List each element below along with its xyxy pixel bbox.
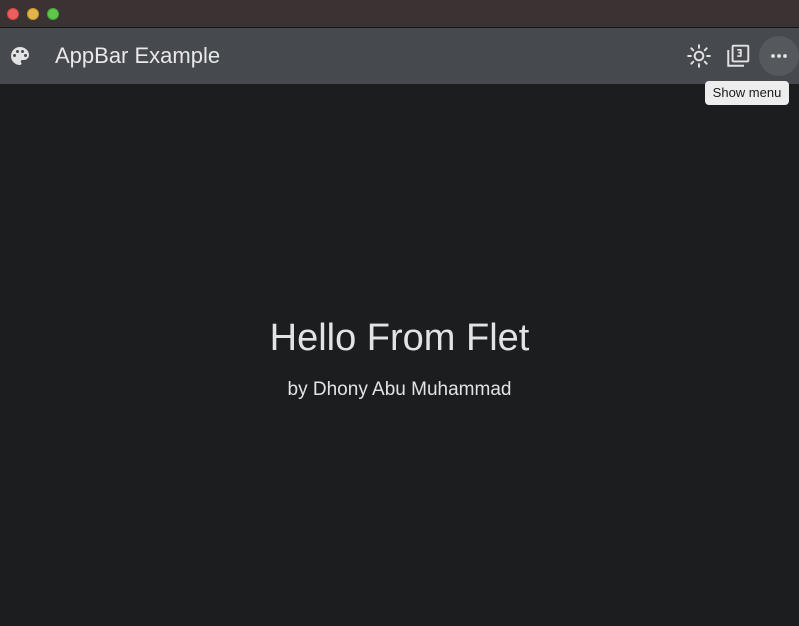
theme-toggle-button[interactable]	[679, 36, 719, 76]
brightness-icon	[687, 44, 711, 68]
more-menu-button[interactable]	[759, 36, 799, 76]
filter-3-icon	[727, 44, 750, 67]
main-heading: Hello From Flet	[269, 317, 530, 359]
app-bar-title: AppBar Example	[55, 43, 221, 68]
window-zoom-button[interactable]	[47, 8, 59, 20]
window-close-button[interactable]	[7, 8, 19, 20]
filter-3-button[interactable]	[718, 36, 758, 76]
app-window: AppBar Example Show menu Hello From Flet…	[0, 0, 799, 626]
author-byline: by Dhony Abu Muhammad	[287, 379, 512, 400]
palette-icon[interactable]	[8, 44, 32, 68]
app-bar: AppBar Example	[0, 28, 799, 84]
more-horiz-icon	[771, 54, 787, 58]
window-minimize-button[interactable]	[27, 8, 39, 20]
show-menu-tooltip: Show menu	[705, 81, 789, 105]
window-titlebar[interactable]	[0, 0, 799, 28]
